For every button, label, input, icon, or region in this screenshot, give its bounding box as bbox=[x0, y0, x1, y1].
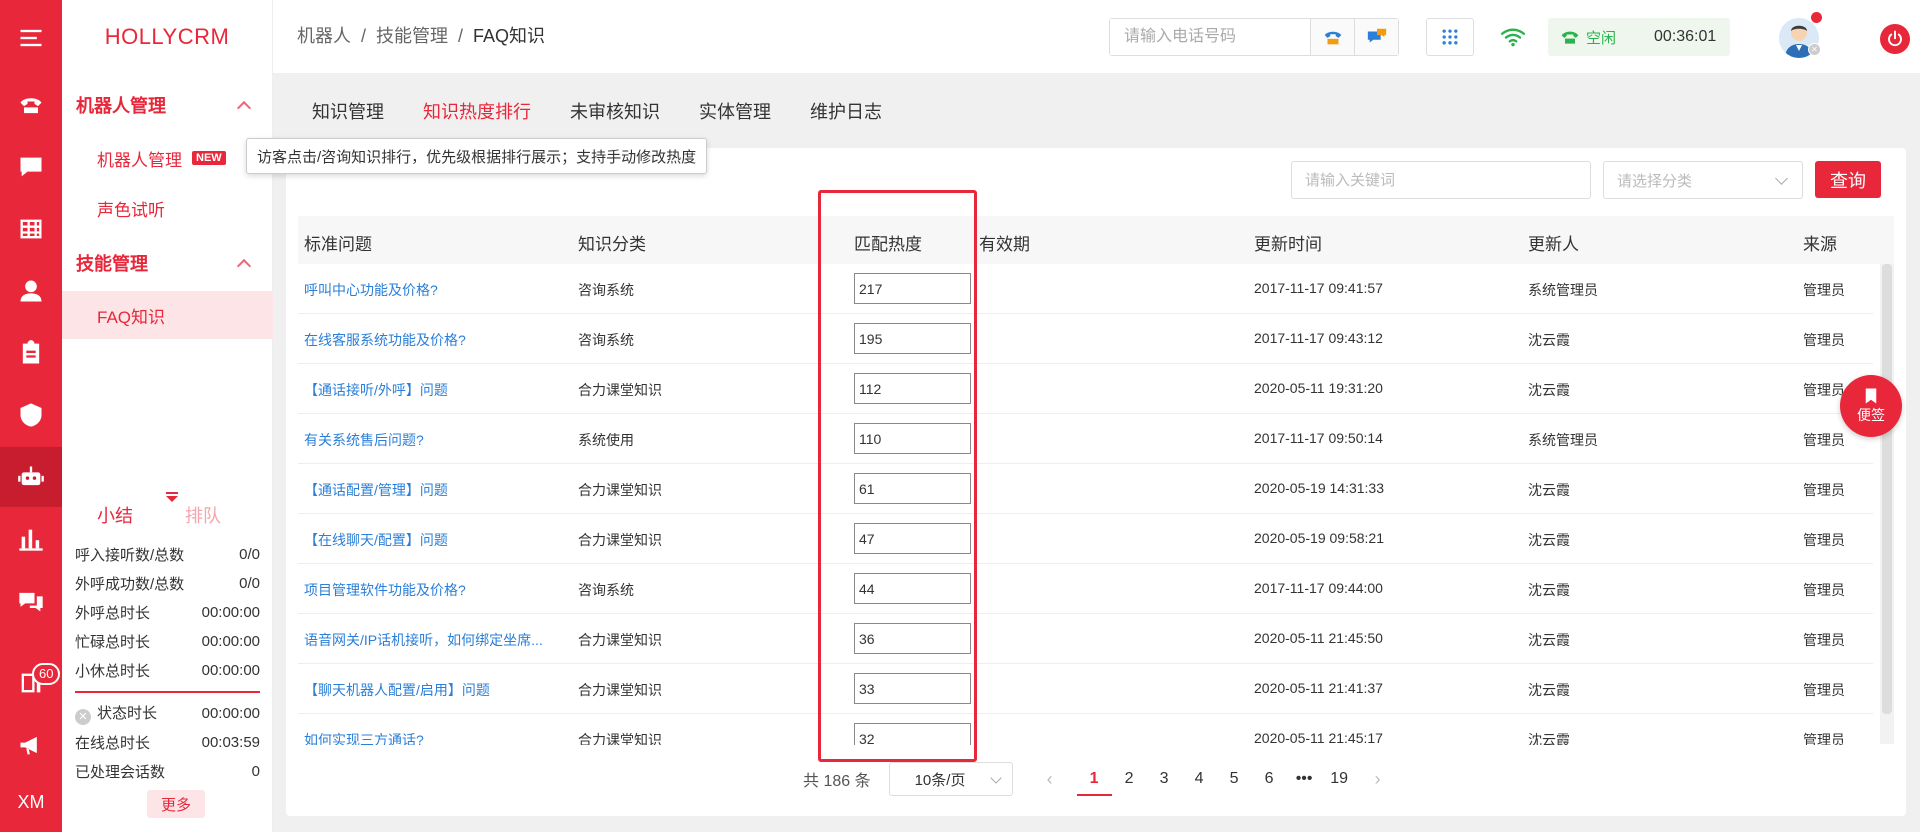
category-cell: 咨询系统 bbox=[578, 332, 634, 348]
source-cell: 管理员 bbox=[1803, 682, 1845, 698]
sticky-note-button[interactable]: 便签 bbox=[1840, 375, 1902, 437]
updater-cell: 沈云霞 bbox=[1528, 682, 1570, 698]
more-button[interactable]: 更多 bbox=[147, 790, 205, 818]
source-cell: 管理员 bbox=[1803, 282, 1845, 298]
scrollbar-thumb[interactable] bbox=[1882, 264, 1892, 714]
category-cell: 合力课堂知识 bbox=[578, 732, 662, 745]
update-time-cell: 2017-11-17 09:41:57 bbox=[1254, 280, 1383, 296]
category-cell: 系统使用 bbox=[578, 432, 634, 448]
question-link[interactable]: 语音网关/IP话机接听，如何绑定坐席... bbox=[304, 630, 543, 650]
question-link[interactable]: 【通话配置/管理】问题 bbox=[304, 480, 448, 500]
category-cell: 合力课堂知识 bbox=[578, 632, 662, 648]
heat-input[interactable] bbox=[854, 273, 971, 304]
heat-input[interactable] bbox=[854, 523, 971, 554]
category-cell: 合力课堂知识 bbox=[578, 382, 662, 398]
category-cell: 咨询系统 bbox=[578, 282, 634, 298]
update-time-cell: 2017-11-17 09:50:14 bbox=[1254, 430, 1383, 446]
category-cell: 咨询系统 bbox=[578, 582, 634, 598]
heat-input[interactable] bbox=[854, 473, 971, 504]
table-body: 呼叫中心功能及价格? 咨询系统 2017-11-17 09:41:57 系统管理员 管理… bbox=[0, 0, 1920, 745]
question-link[interactable]: 【聊天机器人配置/启用】问题 bbox=[304, 680, 490, 700]
table-row: 语音网关/IP话机接听，如何绑定坐席... 合力课堂知识 2020-05-11 21… bbox=[298, 614, 1873, 664]
update-time-cell: 2020-05-11 21:45:17 bbox=[1254, 730, 1383, 745]
updater-cell: 沈云霞 bbox=[1528, 632, 1570, 648]
update-time-cell: 2020-05-19 09:58:21 bbox=[1254, 530, 1384, 546]
source-cell: 管理员 bbox=[1803, 432, 1845, 448]
user-initials[interactable]: XM bbox=[0, 772, 62, 832]
source-cell: 管理员 bbox=[1803, 732, 1845, 745]
update-time-cell: 2020-05-11 19:31:20 bbox=[1254, 380, 1383, 396]
question-link[interactable]: 【通话接听/外呼】问题 bbox=[304, 380, 448, 400]
table-row: 【在线聊天/配置】问题 合力课堂知识 2020-05-19 09:58:21 沈云霞 管… bbox=[298, 514, 1873, 564]
category-cell: 合力课堂知识 bbox=[578, 682, 662, 698]
heat-input[interactable] bbox=[854, 373, 971, 404]
question-link[interactable]: 【在线聊天/配置】问题 bbox=[304, 530, 448, 550]
source-cell: 管理员 bbox=[1803, 632, 1845, 648]
total-count: 共 186 条 bbox=[803, 773, 871, 790]
pagination: 共 186 条 10条/页 ‹ 1 2 3 4 5 6 ••• 19 › bbox=[803, 762, 1387, 796]
update-time-cell: 2020-05-19 14:31:33 bbox=[1254, 480, 1384, 496]
prev-page-icon[interactable]: ‹ bbox=[1047, 769, 1059, 790]
page-button[interactable]: 19 bbox=[1322, 770, 1357, 788]
page-button[interactable]: 2 bbox=[1112, 770, 1147, 788]
update-time-cell: 2020-05-11 21:45:50 bbox=[1254, 630, 1383, 646]
question-link[interactable]: 呼叫中心功能及价格? bbox=[304, 280, 438, 300]
updater-cell: 沈云霞 bbox=[1528, 732, 1570, 745]
bookmark-icon bbox=[1865, 388, 1877, 404]
updater-cell: 系统管理员 bbox=[1528, 282, 1598, 298]
update-time-cell: 2017-11-17 09:43:12 bbox=[1254, 330, 1383, 346]
table-scrollbar[interactable] bbox=[1880, 264, 1894, 744]
source-cell: 管理员 bbox=[1803, 482, 1845, 498]
updater-cell: 沈云霞 bbox=[1528, 382, 1570, 398]
updater-cell: 沈云霞 bbox=[1528, 482, 1570, 498]
heat-input[interactable] bbox=[854, 623, 971, 654]
category-cell: 合力课堂知识 bbox=[578, 532, 662, 548]
page-ellipsis[interactable]: ••• bbox=[1287, 770, 1322, 788]
source-cell: 管理员 bbox=[1803, 582, 1845, 598]
source-cell: 管理员 bbox=[1803, 532, 1845, 548]
table-row: 【通话接听/外呼】问题 合力课堂知识 2020-05-11 19:31:20 沈云霞 管… bbox=[298, 364, 1873, 414]
page-button[interactable]: 3 bbox=[1147, 770, 1182, 788]
question-link[interactable]: 在线客服系统功能及价格? bbox=[304, 330, 466, 350]
table-row: 如何实现三方通话? 合力课堂知识 2020-05-11 21:45:17 沈云霞 管理员 bbox=[298, 714, 1873, 745]
table-row: 【聊天机器人配置/启用】问题 合力课堂知识 2020-05-11 21:41:37 沈… bbox=[298, 664, 1873, 714]
table-row: 在线客服系统功能及价格? 咨询系统 2017-11-17 09:43:12 沈云霞 管理… bbox=[298, 314, 1873, 364]
source-cell: 管理员 bbox=[1803, 332, 1845, 348]
page-size-select[interactable]: 10条/页 bbox=[888, 762, 1013, 796]
next-page-icon[interactable]: › bbox=[1375, 769, 1387, 790]
table-row: 有关系统售后问题? 系统使用 2017-11-17 09:50:14 系统管理员 管理员 bbox=[298, 414, 1873, 464]
table-row: 项目管理软件功能及价格? 咨询系统 2017-11-17 09:44:00 沈云霞 管理… bbox=[298, 564, 1873, 614]
page-button[interactable]: 5 bbox=[1217, 770, 1252, 788]
chevron-down-icon bbox=[989, 772, 1002, 784]
ranking-tooltip: 访客点击/咨询知识排行，优先级根据排行展示；支持手动修改热度 bbox=[246, 138, 708, 174]
page-button[interactable]: 1 bbox=[1076, 770, 1112, 796]
update-time-cell: 2017-11-17 09:44:00 bbox=[1254, 580, 1383, 596]
category-cell: 合力课堂知识 bbox=[578, 482, 662, 498]
question-link[interactable]: 有关系统售后问题? bbox=[304, 430, 424, 450]
update-time-cell: 2020-05-11 21:41:37 bbox=[1254, 680, 1383, 696]
updater-cell: 系统管理员 bbox=[1528, 432, 1598, 448]
stat-row: 已处理会话数 0 bbox=[75, 763, 260, 781]
updater-cell: 沈云霞 bbox=[1528, 532, 1570, 548]
source-cell: 管理员 bbox=[1803, 382, 1845, 398]
updater-cell: 沈云霞 bbox=[1528, 582, 1570, 598]
heat-input[interactable] bbox=[854, 573, 971, 604]
page-button[interactable]: 4 bbox=[1182, 770, 1217, 788]
question-link[interactable]: 项目管理软件功能及价格? bbox=[304, 580, 466, 600]
heat-input[interactable] bbox=[854, 323, 971, 354]
page-button[interactable]: 6 bbox=[1252, 770, 1287, 788]
question-link[interactable]: 如何实现三方通话? bbox=[304, 730, 424, 745]
heat-input[interactable] bbox=[854, 673, 971, 704]
table-row: 呼叫中心功能及价格? 咨询系统 2017-11-17 09:41:57 系统管理员 管理… bbox=[298, 264, 1873, 314]
updater-cell: 沈云霞 bbox=[1528, 332, 1570, 348]
table-row: 【通话配置/管理】问题 合力课堂知识 2020-05-19 14:31:33 沈云霞 管… bbox=[298, 464, 1873, 514]
heat-input[interactable] bbox=[854, 423, 971, 454]
heat-input[interactable] bbox=[854, 723, 971, 745]
